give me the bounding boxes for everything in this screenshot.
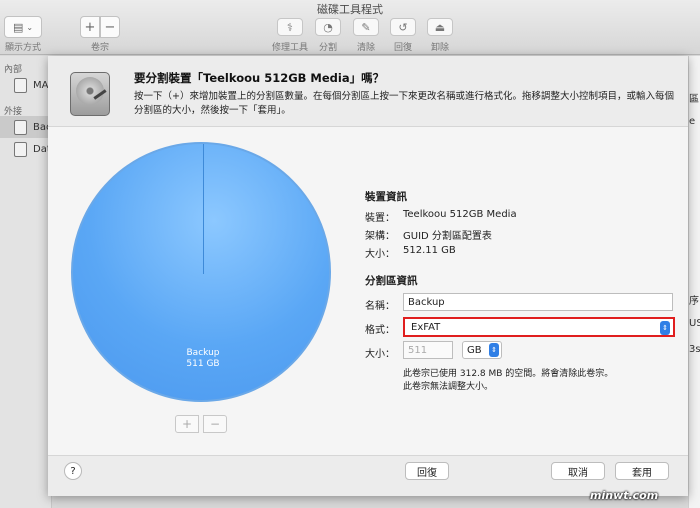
sheet-body: Backup 511 GB + − 裝置資訊 裝置： Teelkoou 512G…	[48, 126, 688, 456]
updown-chevron-icon: ⇕	[660, 321, 670, 335]
sidebar-item-label: MA	[33, 79, 49, 91]
device-info-heading: 裝置資訊	[365, 191, 407, 203]
partition-icon: ◔	[323, 20, 333, 34]
pie-partition-size: 511 GB	[186, 359, 220, 369]
device-size-key: 大小：	[365, 249, 395, 260]
unmount-icon: ⏏	[434, 20, 446, 34]
format-value: ExFAT	[411, 321, 441, 333]
stethoscope-icon: ⚕	[287, 20, 293, 34]
device-value: Teelkoou 512GB Media	[403, 209, 517, 220]
partition-info-heading: 分割區資訊	[365, 275, 418, 287]
pie-partition-label: Backup 511 GB	[73, 348, 333, 370]
remove-partition-button[interactable]: −	[203, 415, 227, 433]
sheet-title: 要分割裝置「Teelkoou 512GB Media」嗎？	[134, 71, 385, 85]
background-text: 區	[689, 94, 699, 105]
view-menu-button[interactable]: ▤ ⌄	[4, 16, 42, 38]
size-unit-value: GB	[467, 344, 482, 356]
view-label: 顯示方式	[4, 43, 41, 53]
revert-button[interactable]: 回復	[405, 462, 449, 480]
format-label: 格式：	[365, 325, 395, 336]
background-text: US	[689, 318, 700, 329]
restore-button[interactable]: ↺	[390, 18, 416, 36]
scheme-value: GUID 分割區配置表	[403, 231, 492, 242]
toolbar: 磁碟工具程式 ▤ ⌄ 顯示方式 + − 卷宗 ⚕ 修理工具 ◔ 分割 ✎ 清除 …	[0, 0, 700, 55]
background-detail-panel: 區 e 序 US 3s	[688, 56, 700, 508]
partition-note-used: 此卷宗已使用 312.8 MB 的空間。將會清除此卷宗。	[403, 369, 614, 379]
apply-button[interactable]: 套用	[615, 462, 669, 480]
pie-partition-name: Backup	[186, 348, 220, 358]
size-label: 大小：	[365, 349, 395, 360]
partition-resize-handle[interactable]	[203, 144, 204, 274]
format-select[interactable]: ExFAT ⇕	[403, 317, 675, 337]
partition-sheet: 要分割裝置「Teelkoou 512GB Media」嗎？ 按一下（+）來增加裝…	[48, 56, 688, 496]
partition-pie-chart[interactable]: Backup 511 GB	[71, 142, 331, 402]
chevron-down-icon: ⌄	[26, 22, 34, 32]
device-size-value: 512.11 GB	[403, 245, 456, 256]
background-text: 3s	[689, 344, 700, 355]
device-key: 裝置：	[365, 213, 395, 224]
updown-chevron-icon: ⇕	[489, 343, 499, 357]
partition-note-resize: 此卷宗無法調整大小。	[403, 382, 494, 392]
sheet-header: 要分割裝置「Teelkoou 512GB Media」嗎？ 按一下（+）來增加裝…	[48, 56, 688, 126]
erase-icon: ✎	[361, 20, 371, 34]
size-unit-select[interactable]: GB ⇕	[462, 341, 502, 359]
add-partition-button[interactable]: +	[175, 415, 199, 433]
remove-volume-button[interactable]: −	[100, 16, 120, 38]
unmount-button[interactable]: ⏏	[427, 18, 453, 36]
background-text: 序	[689, 296, 699, 307]
cancel-button[interactable]: 取消	[551, 462, 605, 480]
add-volume-button[interactable]: +	[80, 16, 100, 38]
sidebar-item-data[interactable]: Dat	[0, 138, 52, 160]
watermark: minwt.com	[590, 489, 659, 502]
partition-button[interactable]: ◔	[315, 18, 341, 36]
erase-button[interactable]: ✎	[353, 18, 379, 36]
restore-icon: ↺	[398, 20, 408, 34]
disk-icon	[14, 77, 27, 93]
sidebar: 內部 MA 外接 Back Dat	[0, 56, 52, 508]
sidebar-item-ma[interactable]: MA	[0, 74, 52, 96]
hard-disk-icon	[70, 72, 110, 116]
unmount-label: 卸除	[430, 43, 449, 53]
sheet-description: 按一下（+）來增加裝置上的分割區數量。在每個分割區上按一下來更改名稱或進行格式化…	[134, 91, 674, 116]
disk-icon	[14, 119, 27, 135]
name-label: 名稱：	[365, 301, 395, 312]
partition-name-field[interactable]: Backup	[403, 293, 673, 311]
sidebar-icon: ▤	[12, 20, 24, 34]
background-text: e	[689, 116, 696, 127]
sidebar-item-backup[interactable]: Back	[0, 116, 52, 138]
scheme-key: 架構：	[365, 231, 395, 242]
partition-size-field[interactable]: 511	[403, 341, 453, 359]
first-aid-button[interactable]: ⚕	[277, 18, 303, 36]
disk-icon	[14, 141, 27, 157]
window-title: 磁碟工具程式	[317, 3, 383, 16]
volume-label: 卷宗	[90, 43, 109, 53]
help-button[interactable]: ?	[64, 462, 82, 480]
